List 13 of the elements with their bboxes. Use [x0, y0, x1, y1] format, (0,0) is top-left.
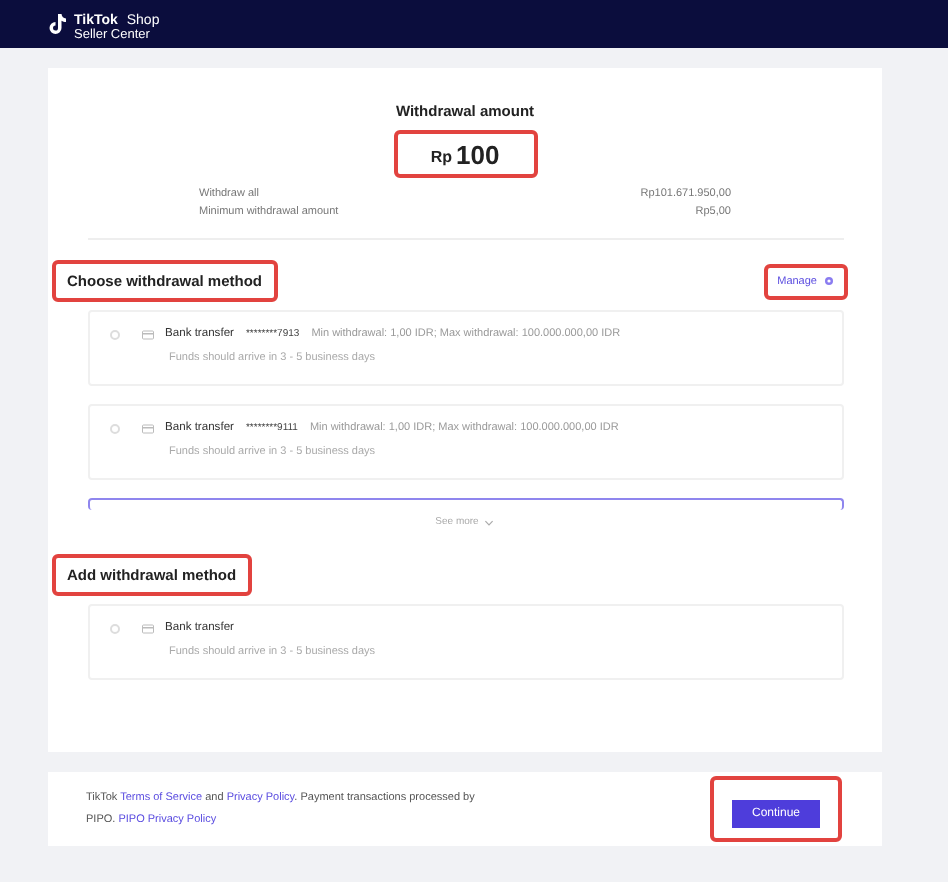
radio-button[interactable]	[109, 329, 119, 339]
radio-button[interactable]	[109, 623, 119, 633]
card-icon	[141, 329, 153, 339]
card-icon	[141, 423, 153, 433]
card-icon	[141, 623, 153, 633]
radio-button[interactable]	[109, 423, 119, 433]
amount-value: 100	[455, 139, 500, 169]
method-option[interactable]	[87, 498, 843, 510]
music-note-logo-icon	[48, 12, 68, 36]
chevron-down-icon	[484, 519, 495, 525]
currency-label: Rp	[430, 148, 452, 166]
amount-field[interactable]: Rp 100	[393, 130, 537, 178]
settings-icon	[823, 276, 833, 286]
